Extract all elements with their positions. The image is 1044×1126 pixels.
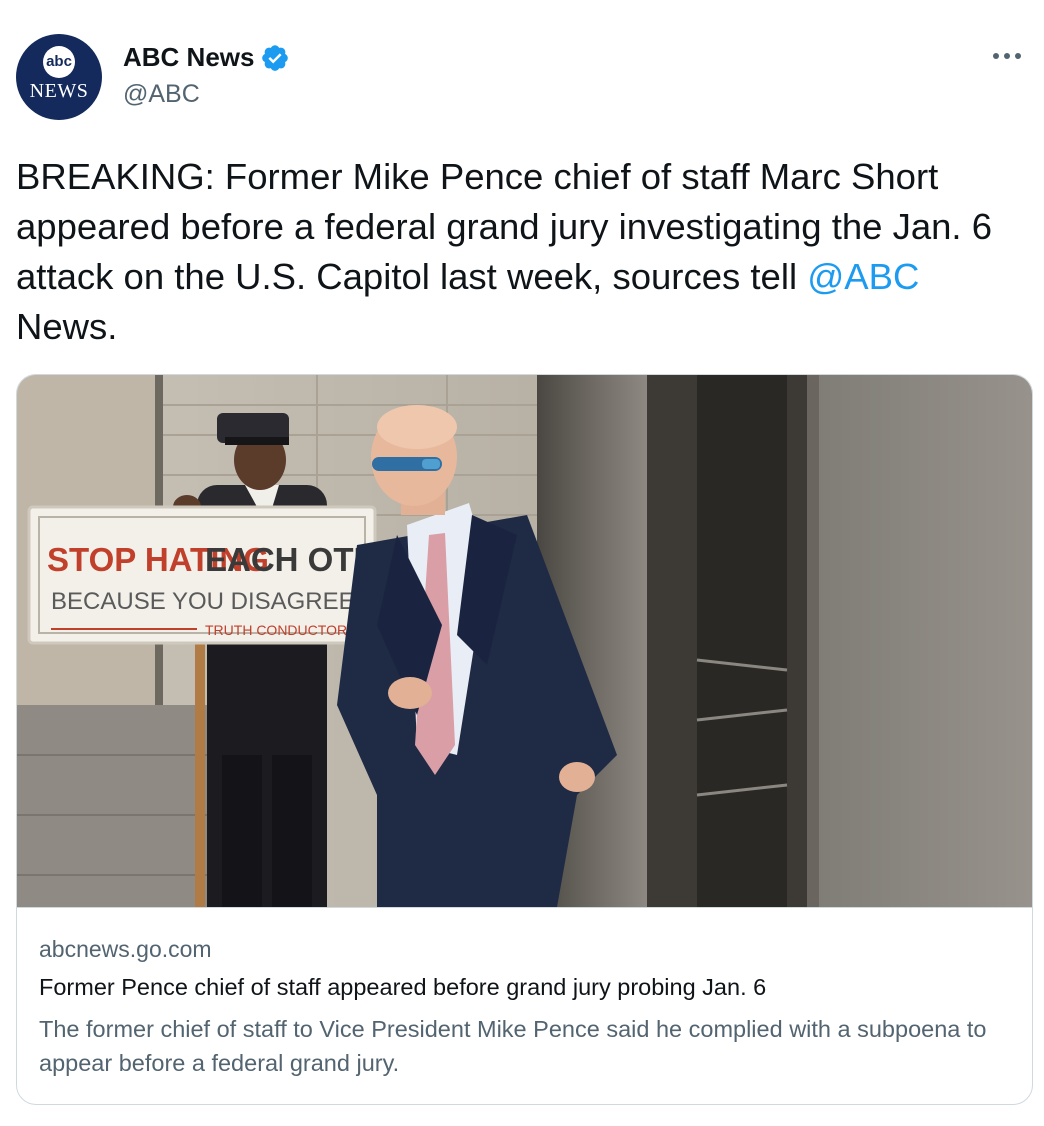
- sign-text-line2: BECAUSE YOU DISAGREE...: [51, 588, 375, 615]
- card-domain: abcnews.go.com: [39, 936, 212, 962]
- display-name[interactable]: ABC News: [123, 42, 254, 73]
- tweet-header: abc NEWS ABC News @ABC: [16, 32, 1028, 124]
- card-description: The former chief of staff to Vice Presid…: [39, 1016, 987, 1076]
- avatar[interactable]: abc NEWS: [16, 34, 102, 120]
- card-image[interactable]: STOP HATING EACH OTHER BECAUSE YOU DISAG…: [17, 375, 1032, 907]
- card-info[interactable]: abcnews.go.com Former Pence chief of sta…: [17, 907, 1032, 1104]
- sign-text-line3: TRUTH CONDUCTOR: [205, 622, 347, 638]
- card-title: Former Pence chief of staff appeared bef…: [39, 974, 767, 1000]
- tweet-text-part: News.: [16, 306, 118, 347]
- mention-link[interactable]: @ABC: [807, 256, 919, 297]
- abc-logo: abc: [43, 46, 75, 78]
- verified-badge-icon: [262, 44, 289, 71]
- handle[interactable]: @ABC: [123, 80, 200, 109]
- name-row: ABC News: [123, 42, 290, 73]
- link-card[interactable]: STOP HATING EACH OTHER BECAUSE YOU DISAG…: [16, 374, 1033, 1105]
- abc-logo-news-text: NEWS: [29, 80, 89, 102]
- more-options-icon[interactable]: [990, 46, 1024, 66]
- tweet-text: BREAKING: Former Mike Pence chief of sta…: [16, 152, 1026, 352]
